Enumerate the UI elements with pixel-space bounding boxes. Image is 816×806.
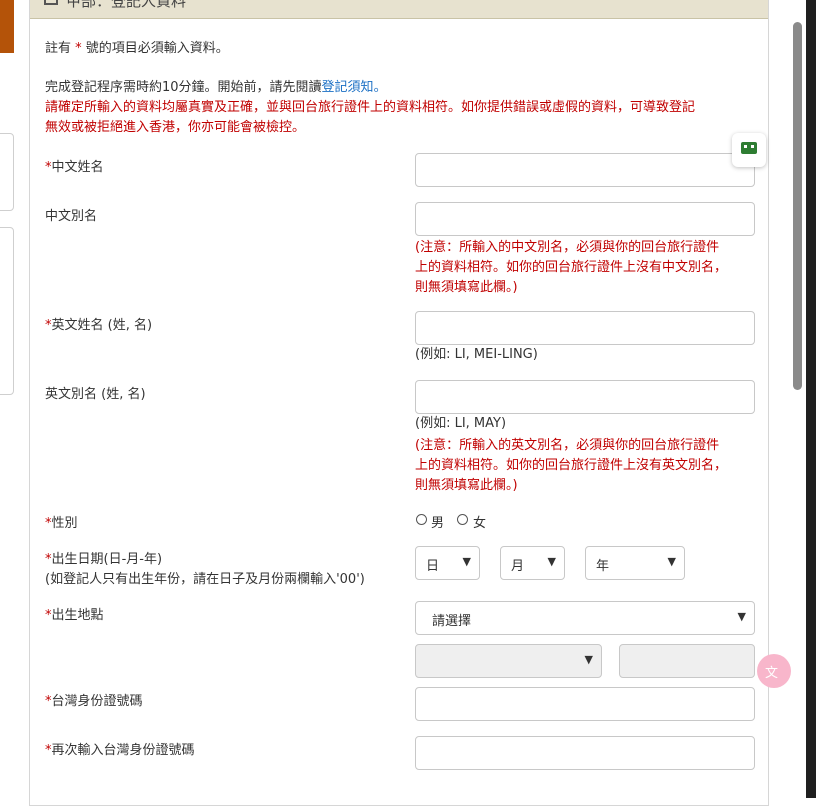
robot-eye <box>751 145 754 148</box>
gender-label-text: 性別 <box>51 516 78 531</box>
taiwan-id-confirm-label-text: 再次輸入台灣身份證號碼 <box>51 743 195 758</box>
robot-icon[interactable] <box>732 133 766 167</box>
dob-label-text: 出生日期(日-月-年) <box>51 552 163 567</box>
dob-month-select[interactable]: 月 ▼ <box>500 546 565 580</box>
time-note-text: 完成登記程序需時約10分鐘。開始前，請先閱讀 <box>45 80 322 95</box>
english-name-input[interactable] <box>415 311 755 345</box>
taiwan-id-confirm-label: *再次輸入台灣身份證號碼 <box>45 739 195 758</box>
dob-month-value: 月 <box>511 559 525 574</box>
english-alias-example: (例如: LI, MAY) <box>415 416 507 431</box>
chinese-alias-note-1: (注意：所輸入的中文別名，必須與你的回台旅行證件 <box>415 240 720 255</box>
panel-header: 甲部：登記人資料 <box>30 0 768 19</box>
dob-hint: (如登記人只有出生年份，請在日子及月份兩欄輸入'00') <box>45 572 365 587</box>
chinese-name-label-text: 中文姓名 <box>51 160 104 175</box>
chinese-name-label: *中文姓名 <box>45 156 104 175</box>
time-note: 完成登記程序需時約10分鐘。開始前，請先閱讀登記須知。 <box>45 76 387 95</box>
birth-place-select[interactable]: 請選擇 ▼ <box>415 601 755 635</box>
birth-place-label-text: 出生地點 <box>51 608 104 623</box>
taiwan-id-label: *台灣身份證號碼 <box>45 690 143 709</box>
birth-place-other-input[interactable] <box>619 644 755 678</box>
english-alias-note-2: 上的資料相符。如你的回台旅行證件上沒有英文別名， <box>415 458 728 473</box>
birth-place-label: *出生地點 <box>45 604 104 623</box>
english-alias-note-3: 則無須填寫此欄。) <box>415 478 518 493</box>
gender-female-label[interactable]: 女 <box>473 512 486 531</box>
scrollbar-thumb[interactable] <box>793 22 802 390</box>
chevron-down-icon: ▼ <box>737 610 746 623</box>
dob-year-value: 年 <box>596 559 610 574</box>
warning-line-2: 無效或被拒絕進入香港，你亦可能會被檢控。 <box>45 120 306 135</box>
warning-line-1: 請確定所輸入的資料均屬真實及正確，並與回台旅行證件上的資料相符。如你提供錯誤或虛… <box>45 100 696 115</box>
registration-notes-link[interactable]: 登記須知 <box>322 80 374 95</box>
english-name-label-text: 英文姓名 (姓, 名) <box>51 318 153 333</box>
birth-place-sub-select[interactable]: ▼ <box>415 644 602 678</box>
birth-place-value: 請選擇 <box>432 614 472 629</box>
left-card <box>0 133 14 211</box>
dob-day-select[interactable]: 日 ▼ <box>415 546 480 580</box>
taiwan-id-label-text: 台灣身份證號碼 <box>51 694 143 709</box>
gender-label: *性別 <box>45 512 78 531</box>
taiwan-id-input[interactable] <box>415 687 755 721</box>
document-icon <box>44 0 58 5</box>
english-name-label: *英文姓名 (姓, 名) <box>45 314 152 333</box>
left-card <box>0 227 14 395</box>
chinese-alias-label: 中文別名 <box>45 209 98 224</box>
dob-label: *出生日期(日-月-年) <box>45 548 162 567</box>
required-note-suffix: 號的項目必須輸入資料。 <box>85 41 229 56</box>
chevron-down-icon: ▼ <box>584 653 593 666</box>
robot-icon-face <box>741 142 757 154</box>
gender-male-radio[interactable] <box>416 514 427 525</box>
chevron-down-icon: ▼ <box>547 555 556 568</box>
window-edge <box>806 0 816 798</box>
left-sidebar <box>0 0 14 798</box>
robot-eye <box>744 145 747 148</box>
english-alias-note-1: (注意：所輸入的英文別名，必須與你的回台旅行證件 <box>415 438 720 453</box>
gender-female-radio[interactable] <box>457 514 468 525</box>
english-name-example: (例如: LI, MEI-LING) <box>415 347 538 362</box>
taiwan-id-confirm-input[interactable] <box>415 736 755 770</box>
chinese-name-input[interactable] <box>415 153 755 187</box>
chevron-down-icon: ▼ <box>667 555 676 568</box>
dob-day-value: 日 <box>426 559 440 574</box>
chinese-alias-input[interactable] <box>415 202 755 236</box>
chevron-down-icon: ▼ <box>462 555 471 568</box>
gender-male-label[interactable]: 男 <box>431 512 444 531</box>
required-note-prefix: 註有 <box>45 41 72 56</box>
english-alias-label: 英文別名 (姓, 名) <box>45 387 146 402</box>
english-alias-input[interactable] <box>415 380 755 414</box>
translate-glyph: 文 <box>765 666 779 681</box>
left-banner <box>0 0 14 53</box>
translate-icon[interactable]: 文 <box>757 654 791 688</box>
dob-year-select[interactable]: 年 ▼ <box>585 546 685 580</box>
chinese-alias-note-3: 則無須填寫此欄。) <box>415 280 518 295</box>
chinese-alias-note-2: 上的資料相符。如你的回台旅行證件上沒有中文別名， <box>415 260 728 275</box>
panel-title: 甲部：登記人資料 <box>66 0 187 10</box>
required-note: 註有 * 號的項目必須輸入資料。 <box>45 37 229 56</box>
required-star: * <box>75 41 82 56</box>
time-note-end: 。 <box>373 80 387 95</box>
